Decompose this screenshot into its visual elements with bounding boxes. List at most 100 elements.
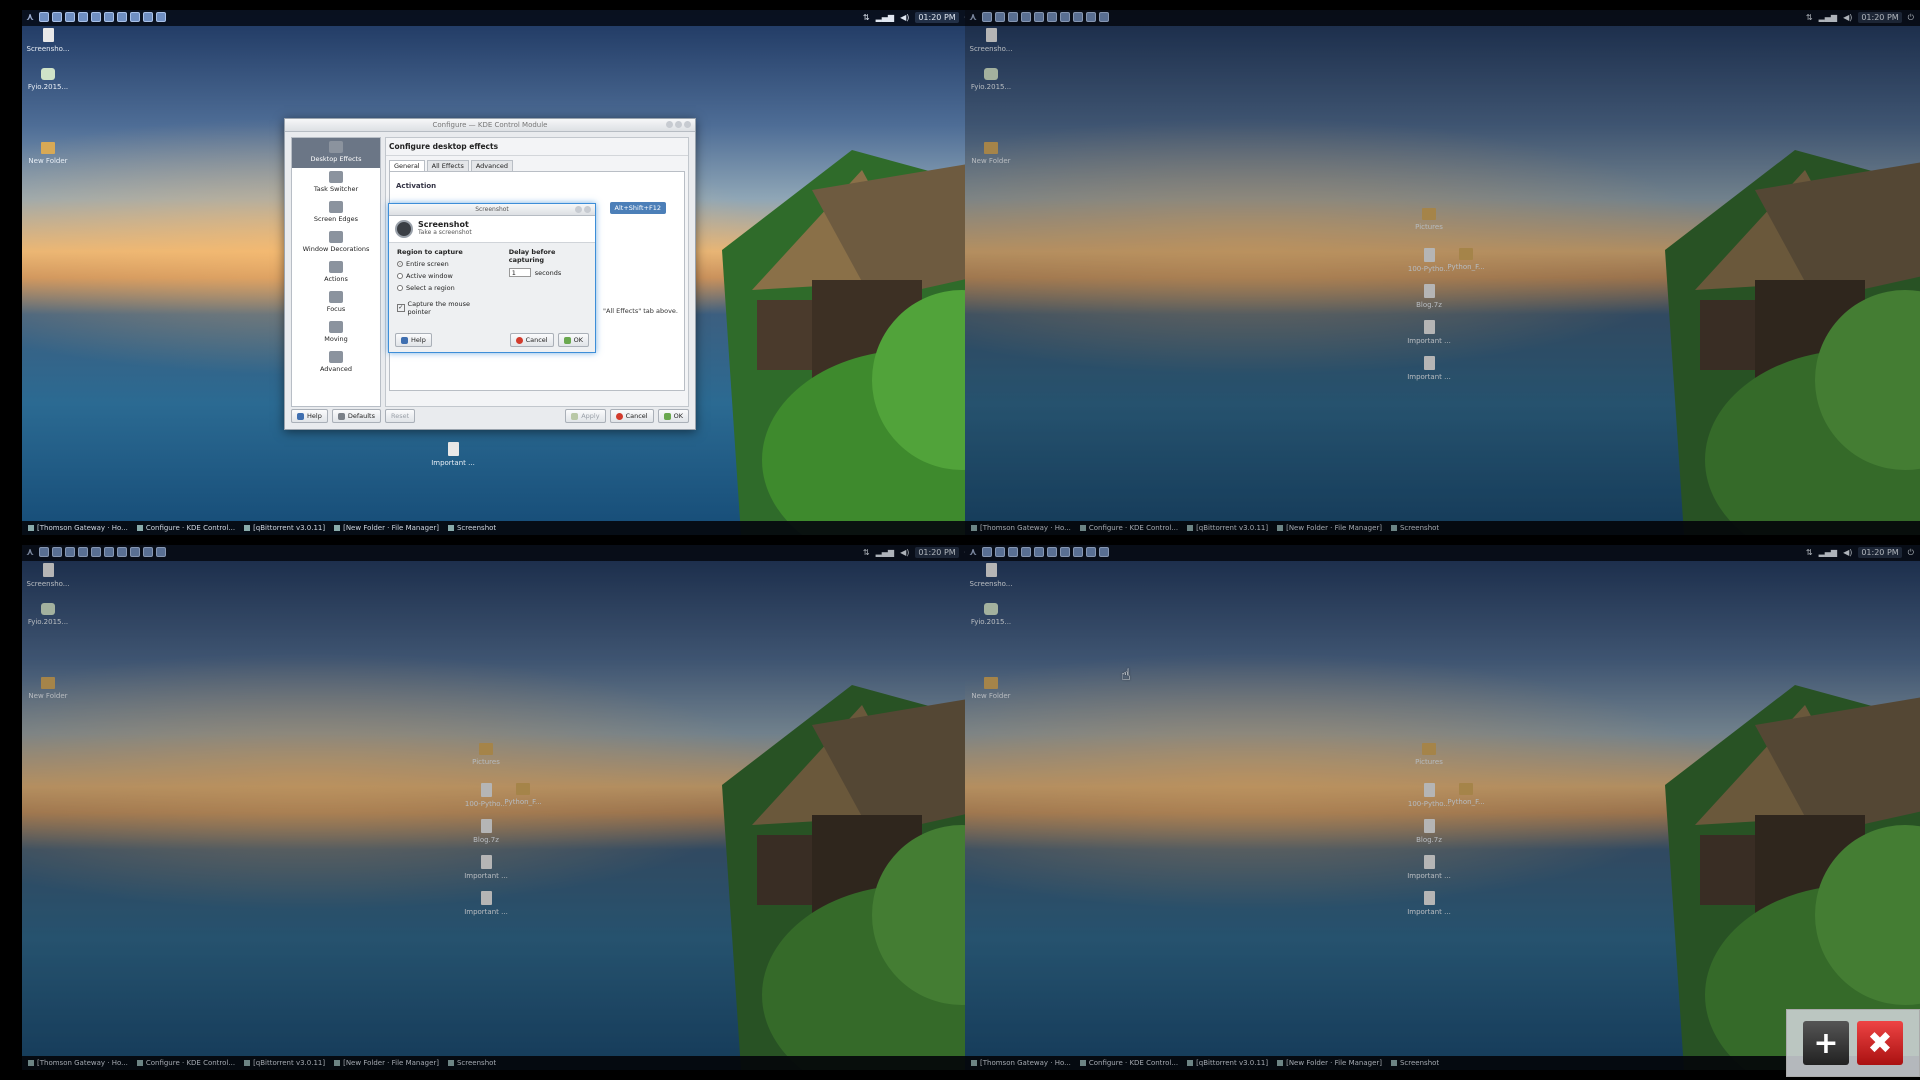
reset-button[interactable]: Reset [384,409,416,423]
task-item[interactable]: Screenshot [447,1059,496,1067]
signal-icon[interactable]: ▂▄▆ [876,12,894,23]
apply-button[interactable]: Apply [565,409,606,423]
task-item[interactable]: [New Folder · File Manager] [1277,1059,1382,1067]
clock[interactable]: 01:20 PM [915,12,959,23]
desktop-icon[interactable]: Pictures [1403,743,1455,766]
shortcut-button[interactable]: Alt+Shift+F12 [609,202,666,214]
launcher-icon[interactable] [1073,12,1083,22]
launcher-icon[interactable] [1073,547,1083,557]
launcher-icon[interactable] [156,12,166,22]
launcher-icon[interactable] [91,547,101,557]
task-item[interactable]: [qBittorrent v3.0.11] [244,1059,325,1067]
workspace-1[interactable]: ⋏ ⇅ ▂▄▆ ◀) 01:20 PM ⏻ Screensho... Fyio.… [22,10,977,535]
desktop-icon[interactable]: New Folder [965,677,1017,700]
launcher-icon[interactable] [1086,547,1096,557]
remove-workspace-button[interactable]: ✖ [1857,1021,1903,1065]
desktop-icon[interactable]: Blog.7z [1403,819,1455,844]
tab-advanced[interactable]: Advanced [470,160,513,171]
task-item[interactable]: [New Folder · File Manager] [1277,524,1382,532]
task-item[interactable]: [Thomson Gateway · Ho... [28,1059,128,1067]
volume-icon[interactable]: ◀) [900,12,909,23]
task-item[interactable]: [Thomson Gateway · Ho... [971,1059,1071,1067]
launcher-icon[interactable] [78,547,88,557]
tab-all-effects[interactable]: All Effects [426,160,469,171]
launcher-icon[interactable] [1008,12,1018,22]
desktop-icon[interactable]: New Folder [22,142,74,165]
maximize-icon[interactable] [675,121,682,128]
launcher-icon[interactable] [1034,547,1044,557]
task-item[interactable]: [New Folder · File Manager] [334,524,439,532]
launcher-icon[interactable] [156,547,166,557]
task-item[interactable]: [qBittorrent v3.0.11] [1187,1059,1268,1067]
task-item[interactable]: [Thomson Gateway · Ho... [971,524,1071,532]
desktop-icon[interactable]: Screensho... [22,563,74,588]
task-item[interactable]: [qBittorrent v3.0.11] [1187,524,1268,532]
desktop-icon[interactable]: Screensho... [965,28,1017,53]
launcher-icon[interactable] [52,12,62,22]
kcm-titlebar[interactable]: Configure — KDE Control Module [285,119,695,132]
clock[interactable]: 01:20 PM [1858,12,1902,23]
launcher-icon[interactable] [1099,12,1109,22]
desktop-icon[interactable]: Fyio.2015... [965,603,1017,626]
launcher-icon[interactable] [104,547,114,557]
desktop-icon[interactable]: Pictures [1403,208,1455,231]
clock[interactable]: 01:20 PM [1858,547,1902,558]
desktop-icon[interactable]: Pictures [460,743,512,766]
launcher-icon[interactable] [1086,12,1096,22]
launcher-icon[interactable] [982,12,992,22]
task-item[interactable]: Screenshot [447,524,496,532]
minimize-icon[interactable] [666,121,673,128]
sidebar-item-window-decorations[interactable]: Window Decorations [292,228,380,258]
sidebar-item-task-switcher[interactable]: Task Switcher [292,168,380,198]
launcher-icon[interactable] [1060,12,1070,22]
desktop-icon[interactable]: Important ... [460,891,512,916]
desktop-icon[interactable]: Blog.7z [460,819,512,844]
desktop-icon[interactable]: Fyio.2015... [22,68,74,91]
task-item[interactable]: Configure · KDE Control... [1079,1059,1178,1067]
desktop-icon[interactable]: Important ... [1403,320,1455,345]
kde-menu-icon[interactable]: ⋏ [969,12,979,23]
screenshot-dialog[interactable]: Screenshot Screenshot Take a screenshot … [388,203,596,353]
cancel-button[interactable]: Cancel [609,409,654,423]
task-item[interactable]: Configure · KDE Control... [1079,524,1178,532]
desktop-icon[interactable]: Fyio.2015... [22,603,74,626]
tab-general[interactable]: General [389,160,425,171]
launcher-icon[interactable] [65,12,75,22]
desktop-icon[interactable]: Important ... [427,442,479,467]
task-item[interactable]: [New Folder · File Manager] [334,1059,439,1067]
network-icon[interactable]: ⇅ [1806,12,1813,23]
task-item[interactable]: Screenshot [1390,1059,1439,1067]
sidebar-item-actions[interactable]: Actions [292,258,380,288]
close-icon[interactable] [684,121,691,128]
help-button[interactable]: Help [291,409,328,423]
launcher-icon[interactable] [104,12,114,22]
desktop-icon[interactable]: Python_F... [1440,783,1492,806]
desktop-icon[interactable]: New Folder [965,142,1017,165]
launcher-icon[interactable] [982,547,992,557]
task-item[interactable]: Configure · KDE Control... [136,524,235,532]
launcher-icon[interactable] [1034,12,1044,22]
kde-menu-icon[interactable]: ⋏ [26,547,36,558]
sidebar-item-desktop-effects[interactable]: Desktop Effects [292,138,380,168]
signal-icon[interactable]: ▂▄▆ [1819,12,1837,23]
minimize-icon[interactable] [575,206,582,213]
workspace-2[interactable]: ⋏ ⇅ ▂▄▆ ◀) 01:20 PM ⏻ Screensho... Fyio.2… [965,10,1920,535]
network-icon[interactable]: ⇅ [1806,547,1813,558]
sidebar-item-focus[interactable]: Focus [292,288,380,318]
desktop-icon[interactable]: Important ... [460,855,512,880]
launcher-icon[interactable] [995,547,1005,557]
radio-entire-screen[interactable]: Entire screen [397,260,489,268]
volume-icon[interactable]: ◀) [900,547,909,558]
ok-button[interactable]: OK [657,409,689,423]
launcher-icon[interactable] [52,547,62,557]
desktop-icon[interactable]: New Folder [22,677,74,700]
logout-icon[interactable]: ⏻ [1908,547,1914,558]
launcher-icon[interactable] [995,12,1005,22]
defaults-button[interactable]: Defaults [331,409,381,423]
logout-icon[interactable]: ⏻ [1908,12,1914,23]
launcher-icon[interactable] [39,12,49,22]
launcher-icon[interactable] [78,12,88,22]
delay-spinbox[interactable]: 1 seconds [508,268,587,277]
workspace-3[interactable]: ⋏ ⇅ ▂▄▆ ◀) 01:20 PM ⏻ Screensho... Fyio.2… [22,545,977,1070]
delay-input[interactable]: 1 [508,268,531,277]
